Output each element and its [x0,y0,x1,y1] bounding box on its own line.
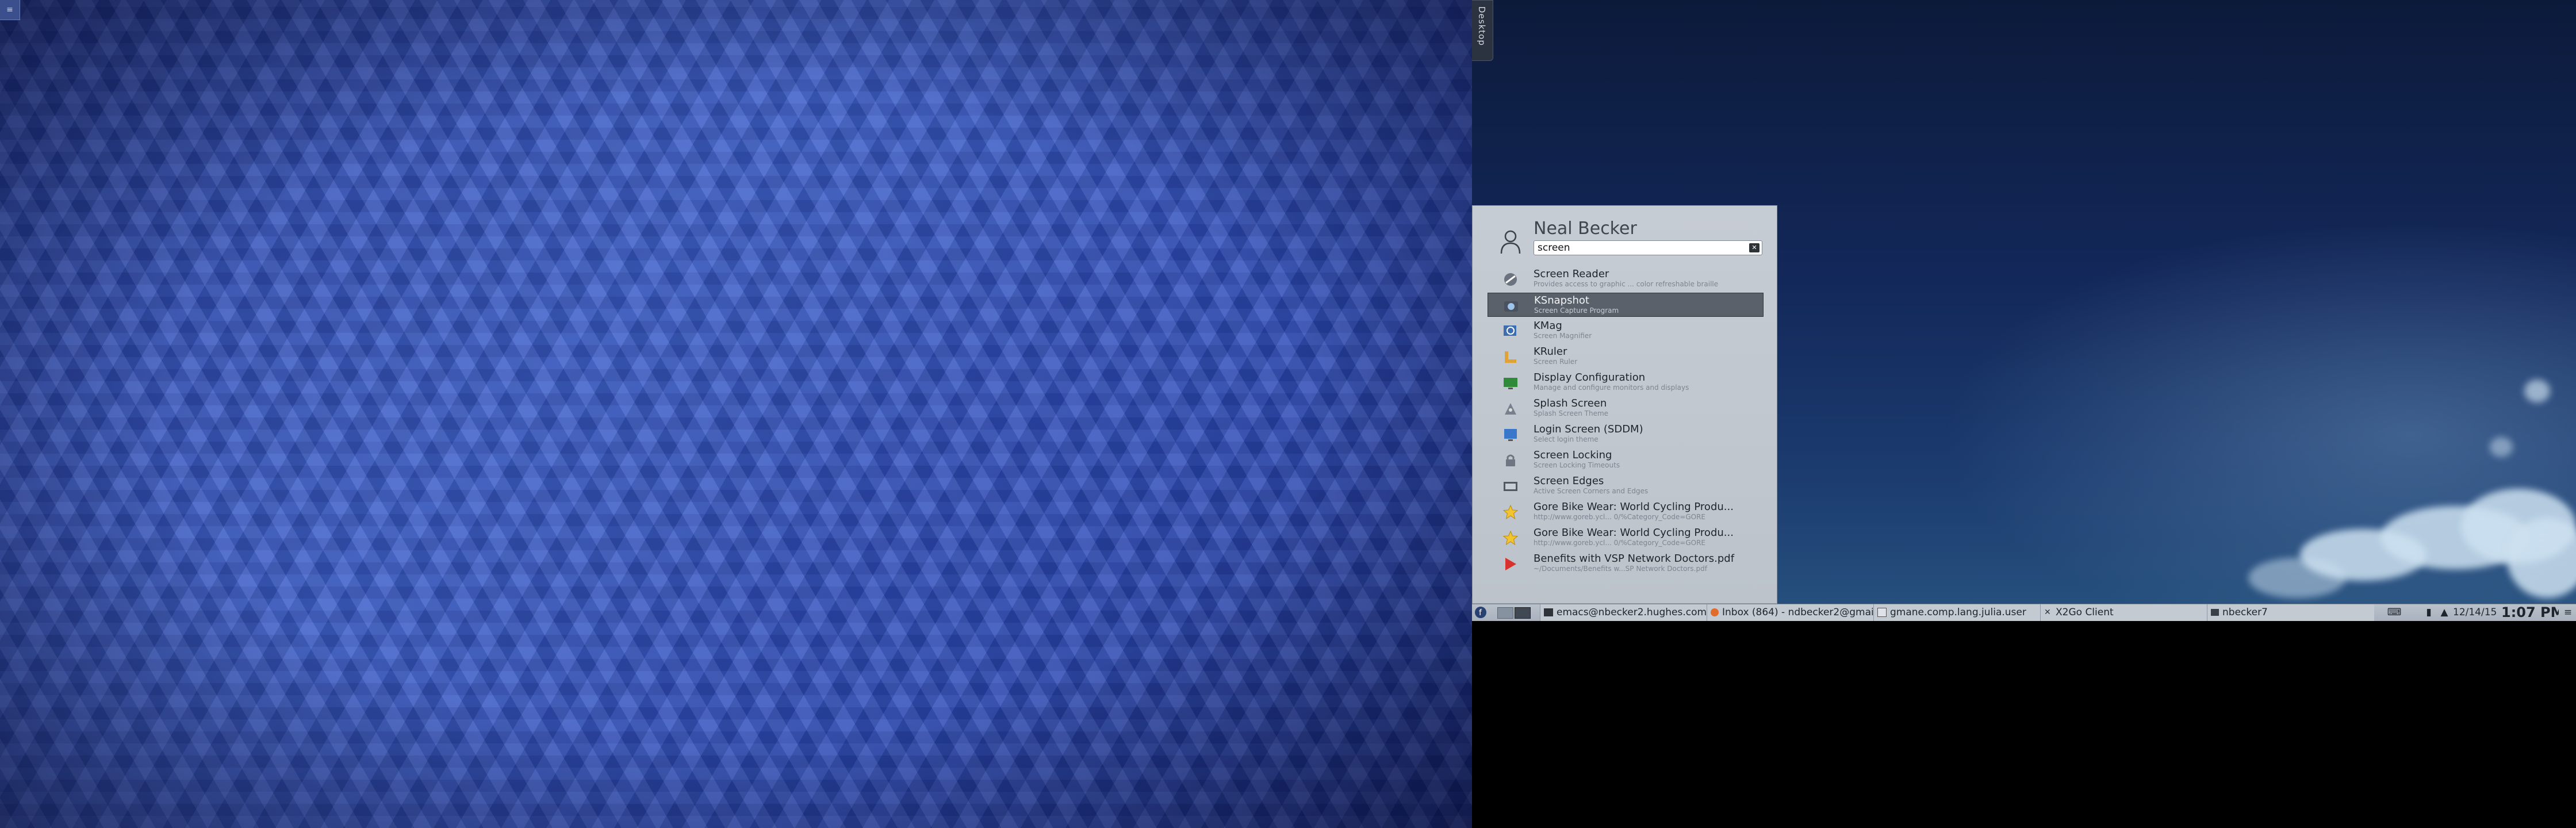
cloud-decoration [2248,558,2346,598]
clock-time[interactable]: 1:07 PM [2501,604,2559,621]
search-result-subtitle: Screen Ruler [1534,358,1578,366]
task-x2go[interactable]: ✕ X2Go Client [2040,604,2207,621]
screen-locking-icon [1506,454,1515,466]
task-emacs[interactable]: emacs@nbecker2.hughes.com [1540,604,1707,621]
search-result-title: KSnapshot [1534,294,1589,306]
search-result-title: Benefits with VSP Network Doctors.pdf [1534,553,1735,565]
pager-desktop-1[interactable] [1497,607,1513,619]
search-result-item[interactable]: Gore Bike Wear: World Cycling Produ... ht… [1488,500,1764,524]
search-result-subtitle: Splash Screen Theme [1534,409,1609,417]
kruler-icon [1505,351,1516,363]
clock-date[interactable]: 12/14/15 [2453,604,2499,621]
search-result-subtitle: Screen Capture Program [1534,306,1619,315]
search-result-subtitle: Screen Magnifier [1534,332,1592,340]
right-desktop: Desktop Neal Becker screen ✕ Screen Read… [1472,0,2576,621]
task-label: Inbox (864) - ndbecker2@gmail.com [1722,607,1874,618]
task-label: nbecker7 [2222,607,2268,618]
search-result-title: Screen Reader [1534,268,1609,280]
search-input[interactable]: screen ✕ [1534,240,1762,255]
search-result-subtitle: Manage and configure monitors and displa… [1534,384,1689,392]
search-result-item[interactable]: KSnapshot Screen Capture Program [1488,293,1764,317]
user-name: Neal Becker [1534,218,1637,239]
search-result-title: Screen Locking [1534,449,1612,461]
left-desktop-wallpaper: ≡ [0,0,1472,828]
cloud-decoration [2524,379,2550,402]
search-result-item[interactable]: Login Screen (SDDM) Select login theme [1488,422,1764,446]
search-result-title: Gore Bike Wear: World Cycling Produ... [1534,527,1734,539]
panel-settings-icon[interactable]: ≡ [2562,604,2574,621]
search-result-subtitle: ~/Documents/Benefits w...SP Network Doct… [1534,565,1707,573]
user-icon [1500,230,1521,254]
login-screen-icon [1504,429,1517,441]
search-result-subtitle: http://www.goreb.ycl... 0/%Category_Code… [1534,513,1705,521]
desktop-toolbox-handle[interactable]: ≡ [0,0,20,20]
desktop-toolbox-label: Desktop [1477,6,1487,46]
search-result-title: Gore Bike Wear: World Cycling Produ... [1534,501,1734,513]
display-configuration-icon [1504,378,1517,389]
search-result-subtitle: Provides access to graphic ... color ref… [1534,280,1719,288]
kmag-icon [1504,325,1516,336]
search-result-item[interactable]: Screen Locking Screen Locking Timeouts [1488,448,1764,472]
window-icon [2211,609,2219,616]
application-menu-button[interactable]: f [1474,604,1490,621]
bookmark-star-icon [1502,504,1519,520]
task-label: emacs@nbecker2.hughes.com [1557,607,1707,618]
search-result-subtitle: Screen Locking Timeouts [1534,461,1620,469]
screen-edges-icon [1504,482,1517,491]
search-result-subtitle: Active Screen Corners and Edges [1534,487,1649,495]
search-result-title: Screen Edges [1534,475,1604,487]
search-result-item[interactable]: Screen Reader Provides access to graphic … [1488,267,1764,291]
bookmark-star-icon [1502,530,1519,546]
search-result-title: Splash Screen [1534,397,1607,409]
search-result-item[interactable]: Splash Screen Splash Screen Theme [1488,396,1764,420]
screen-reader-icon [1504,273,1517,286]
newsreader-icon [1877,608,1887,617]
search-result-title: Display Configuration [1534,371,1646,384]
x2go-icon: ✕ [2044,608,2051,617]
task-nbecker7[interactable]: nbecker7 [2207,604,2374,621]
application-launcher-panel: Neal Becker screen ✕ Screen Reader Provid… [1472,205,1777,604]
search-result-item[interactable]: KMag Screen Magnifier [1488,319,1764,343]
search-result-subtitle: http://www.goreb.ycl... 0/%Category_Code… [1534,539,1705,547]
search-result-title: KRuler [1534,346,1567,358]
search-result-item[interactable]: Gore Bike Wear: World Cycling Produ... ht… [1488,526,1764,550]
fedora-logo-icon: f [1475,607,1486,618]
pager-desktop-2[interactable] [1515,607,1531,619]
keyboard-layout-icon[interactable]: ⌨ [2386,604,2402,621]
system-tray-expand-icon[interactable]: ▲ [2438,604,2451,621]
splash-screen-icon [1505,403,1516,415]
desktop-toolbox[interactable]: Desktop [1472,0,1493,61]
taskbar: f emacs@nbecker2.hughes.com Inbox (864) … [1472,604,2576,621]
task-inbox[interactable]: Inbox (864) - ndbecker2@gmail.com [1707,604,1874,621]
mail-icon [1711,608,1719,616]
search-query-text: screen [1538,242,1570,254]
ksnapshot-icon [1504,301,1518,312]
search-result-item[interactable]: Display Configuration Manage and configur… [1488,370,1764,394]
pdf-document-icon [1505,558,1516,570]
search-result-item[interactable]: KRuler Screen Ruler [1488,344,1764,369]
search-result-subtitle: Select login theme [1534,435,1598,443]
task-gmane[interactable]: gmane.comp.lang.julia.user [1873,604,2041,621]
cloud-decoration [2490,437,2513,457]
search-result-title: KMag [1534,320,1562,332]
search-result-title: Login Screen (SDDM) [1534,423,1643,435]
search-result-item[interactable]: Benefits with VSP Network Doctors.pdf ~/D… [1488,551,1764,576]
virtual-desktop-pager[interactable] [1497,607,1532,619]
network-status-icon[interactable]: ▮ [2422,604,2436,621]
search-result-item[interactable]: Screen Edges Active Screen Corners and Ed… [1488,474,1764,498]
terminal-icon [1544,608,1553,616]
task-label: gmane.comp.lang.julia.user [1890,607,2026,618]
clear-search-icon[interactable]: ✕ [1749,243,1759,252]
task-label: X2Go Client [2056,607,2114,618]
